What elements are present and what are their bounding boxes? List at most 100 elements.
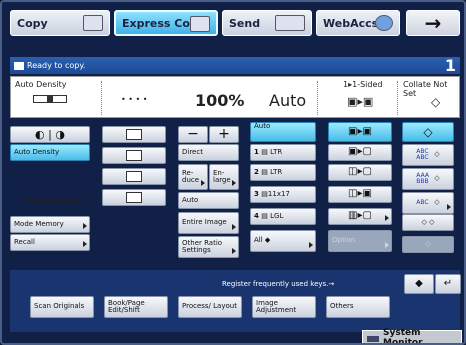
book-to-two-sided-button[interactable]: ▥▸▢ (328, 208, 392, 225)
image-adjustment-label: Image Adjustment (256, 298, 297, 314)
arrow-icon (385, 242, 389, 248)
copy-screen: Copy Express Copy Send WebAccss → Ready … (0, 0, 466, 345)
globe-icon (375, 15, 393, 31)
original-text-photo-button[interactable] (102, 147, 166, 164)
collate-none-icon: ◇ (423, 124, 433, 139)
register-key-button-1[interactable]: ◆ (404, 274, 434, 294)
tab-copy[interactable]: Copy (10, 10, 110, 36)
others-label: Others (330, 302, 354, 311)
ratio-minus-button[interactable]: − (178, 126, 208, 143)
two-sided-icon: ▣▸▣ (347, 95, 374, 108)
two-to-two-sided-icon: ◫▸▢ (348, 166, 372, 178)
system-monitor-button[interactable]: System Monitor (362, 328, 462, 345)
one-to-two-sided-icon: ▣▸▢ (348, 146, 372, 158)
original-text-button[interactable] (102, 126, 166, 143)
status-text: Ready to copy. (27, 61, 86, 70)
auto-paper-button[interactable]: Auto (250, 122, 316, 142)
reduce-button[interactable]: Re- duce (178, 164, 208, 190)
drawer1-label: LTR (270, 147, 283, 156)
other-ratio-label: Other Ratio Settings (182, 238, 223, 254)
group-button[interactable]: AAA BBB ◇ (402, 168, 454, 190)
process-layout-button[interactable]: Process/ Layout (178, 296, 242, 318)
drawer3-11x17-button[interactable]: 3 ▤ 11x17 (250, 186, 316, 203)
tab-copy-label: Copy (17, 16, 48, 30)
density-adjust-button[interactable]: ◐ | ◑ (10, 126, 90, 143)
one-to-one-sided-button[interactable]: ▣▸▣ (328, 122, 392, 142)
scan-originals-label: Scan Originals (34, 302, 85, 311)
others-button[interactable]: Others (326, 296, 390, 318)
rotate-collate-icon: ◇ ◇ (421, 217, 435, 226)
minus-icon: − (187, 126, 199, 143)
option-button[interactable]: Option (328, 230, 392, 252)
arrow-icon (447, 204, 451, 210)
two-to-two-sided-button[interactable]: ◫▸▢ (328, 164, 392, 181)
auto-ratio-label: Auto (182, 195, 199, 204)
one-to-two-sided-button[interactable]: ▣▸▢ (328, 144, 392, 161)
tab-webaccess[interactable]: WebAccss (316, 10, 400, 36)
photo-original-icon (126, 171, 142, 182)
book-page-edit-button[interactable]: Book/Page Edit/Shift (104, 296, 168, 318)
auto-density-label: Auto Density (14, 147, 60, 156)
text-photo-icon (126, 150, 142, 161)
book-two-sided-icon: ▥▸▢ (348, 210, 372, 222)
mode-divider (317, 81, 318, 115)
drawer1-ltr-button[interactable]: 1 ▤ LTR (250, 144, 316, 161)
map-original-icon (126, 192, 142, 203)
auto-ratio-button[interactable]: Auto (178, 192, 239, 209)
lighter-darker-icon: ◐ | ◑ (35, 127, 65, 141)
all-paper-label: All (254, 236, 263, 245)
disabled-finish-button: ◇ (402, 236, 454, 253)
image-adjustment-button[interactable]: Image Adjustment (252, 296, 316, 318)
two-to-one-sided-icon: ◫▸▣ (348, 188, 372, 200)
tab-send-label: Send (229, 16, 261, 30)
system-monitor-label: System Monitor (383, 328, 423, 345)
collate-none-button[interactable]: ◇ (402, 122, 454, 142)
one-to-one-sided-icon: ▣▸▣ (348, 125, 372, 137)
copier-icon (190, 16, 210, 32)
direct-label: Direct (182, 147, 203, 156)
arrow-icon (232, 248, 236, 254)
arrow-icon (232, 180, 236, 186)
process-layout-label: Process/ Layout (182, 302, 237, 311)
arrow-icon (201, 180, 205, 186)
staple-button[interactable]: ABC ◇ (402, 192, 454, 214)
entire-image-button[interactable]: Entire Image (178, 212, 239, 234)
next-arrow-button[interactable]: → (406, 10, 460, 36)
tab-express-copy[interactable]: Express Copy (114, 10, 218, 36)
two-to-one-sided-button[interactable]: ◫▸▣ (328, 186, 392, 203)
original-map-button[interactable] (102, 189, 166, 206)
auto-density-button[interactable]: Auto Density (10, 144, 90, 161)
drawer4-icon: 4 ▤ (254, 211, 268, 220)
pen-icon: ◆ (415, 277, 423, 289)
tab-send[interactable]: Send (222, 10, 312, 36)
ratio-plus-button[interactable]: + (209, 126, 239, 143)
mode-memory-button[interactable]: Mode Memory (10, 216, 90, 233)
drawer4-lgl-button[interactable]: 4 ▤ LGL (250, 208, 316, 225)
all-paper-button[interactable]: All ◆ (250, 230, 316, 252)
text-original-icon (126, 129, 142, 140)
original-photo-button[interactable] (102, 168, 166, 185)
direct-button[interactable]: Direct (178, 144, 239, 161)
recall-button[interactable]: Recall (10, 234, 90, 251)
drawer1-icon: 1 ▤ (254, 147, 268, 156)
enlarge-button[interactable]: En- large (209, 164, 239, 190)
drawer2-label: LTR (270, 167, 283, 176)
group-stack-icon: ◇ (434, 174, 440, 183)
disabled-finish-icon: ◇ (425, 239, 431, 248)
collate-button[interactable]: ABC ABC ◇ (402, 144, 454, 166)
copy-ratio: 100% (195, 91, 245, 110)
collate-stack-icon: ◇ (434, 150, 440, 159)
drawer2-icon: 2 ▤ (254, 167, 268, 176)
drawer3-label: 11x17 (267, 189, 290, 198)
other-ratio-button[interactable]: Other Ratio Settings (178, 236, 239, 258)
drawer2-ltr-button[interactable]: 2 ▤ LTR (250, 164, 316, 181)
copier-icon (83, 15, 103, 31)
rotate-collate-button[interactable]: ◇ ◇ (402, 214, 454, 231)
auto-paper-label: Auto (254, 122, 271, 130)
option-label: Option (332, 236, 356, 245)
arrow-icon (83, 241, 87, 247)
staple-abc-icon: ABC (416, 198, 429, 206)
scan-originals-button[interactable]: Scan Originals (30, 296, 94, 318)
printer-icon (14, 61, 24, 70)
register-key-button-2[interactable]: ↵ (435, 274, 461, 294)
